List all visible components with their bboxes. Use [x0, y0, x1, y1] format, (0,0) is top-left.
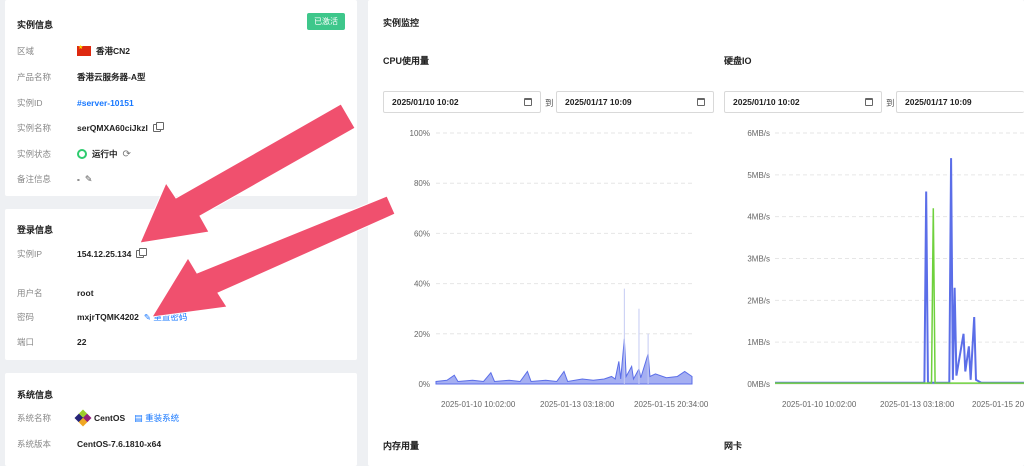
cpu-date-to-value: 2025/01/17 10:09	[565, 97, 632, 107]
instance-name-row: 实例名称 serQMXA60ciJkzl	[17, 121, 164, 135]
instance-name-label: 实例名称	[17, 123, 52, 133]
centos-logo-icon	[74, 409, 92, 427]
reinstall-icon: ▤	[134, 413, 143, 423]
instance-id-link[interactable]: #server-10151	[77, 98, 134, 108]
monitor-panel	[368, 0, 1024, 466]
memory-chart-title: 内存用量	[383, 441, 420, 451]
instance-info-card: 实例信息 已激活 区域 香港CN2 产品名称 香港云服务器-A型 实例ID #s…	[5, 0, 357, 196]
reinstall-system-link[interactable]: ▤ 重装系统	[134, 412, 179, 424]
product-value: 香港云服务器-A型	[77, 72, 146, 82]
note-value: -	[77, 174, 80, 184]
network-chart-title: 网卡	[724, 441, 743, 451]
password-value: mxjrTQMK4202	[77, 312, 139, 322]
username-row: 用户名 root	[17, 286, 94, 300]
system-info-card: 系统信息 系统名称 CentOS ▤ 重装系统 系统版本 CentOS-7.6.1…	[5, 373, 357, 466]
system-name-value: CentOS	[94, 413, 126, 423]
instance-id-row: 实例ID #server-10151	[17, 96, 134, 110]
password-row: 密码 mxjrTQMK4202 ✎ 重置密码	[17, 310, 187, 324]
region-value: 香港CN2	[96, 46, 131, 56]
product-row: 产品名称 香港云服务器-A型	[17, 70, 145, 84]
note-label: 备注信息	[17, 174, 52, 184]
system-version-label: 系统版本	[17, 439, 52, 449]
refresh-icon[interactable]: ⟳	[123, 149, 131, 160]
disk-date-to-value: 2025/01/17 10:09	[905, 97, 972, 107]
ip-label: 实例IP	[17, 249, 43, 259]
ip-row: 实例IP 154.12.25.134	[17, 247, 148, 261]
running-status-icon	[77, 149, 87, 159]
disk-date-separator: 到	[886, 98, 895, 108]
reset-password-link[interactable]: ✎ 重置密码	[144, 311, 188, 323]
product-label: 产品名称	[17, 72, 52, 82]
calendar-icon	[697, 98, 705, 106]
instance-name-value: serQMXA60ciJkzl	[77, 123, 148, 133]
cpu-chart-title: CPU使用量	[383, 56, 430, 66]
system-info-title: 系统信息	[17, 390, 54, 400]
copy-ip-icon[interactable]	[136, 248, 148, 258]
china-flag-icon	[77, 44, 91, 56]
instance-status-row: 实例状态 运行中 ⟳	[17, 147, 131, 161]
port-label: 端口	[17, 337, 35, 347]
login-info-title: 登录信息	[17, 225, 54, 235]
calendar-icon	[865, 98, 873, 106]
disk-date-to-input[interactable]: 2025/01/17 10:09	[896, 91, 1024, 113]
monitor-title: 实例监控	[383, 18, 420, 28]
activated-badge: 已激活	[307, 13, 345, 30]
password-label: 密码	[17, 312, 35, 322]
username-value: root	[77, 288, 94, 298]
disk-date-from-value: 2025/01/10 10:02	[733, 97, 800, 107]
cpu-date-separator: 到	[545, 98, 554, 108]
login-info-card: 登录信息 实例IP 154.12.25.134 用户名 root 密码 mxjr…	[5, 209, 357, 360]
ip-value: 154.12.25.134	[77, 249, 132, 259]
note-row: 备注信息 - ✎	[17, 172, 92, 186]
reinstall-label: 重装系统	[145, 413, 180, 423]
cpu-date-to-input[interactable]: 2025/01/17 10:09	[556, 91, 714, 113]
port-value: 22	[77, 337, 87, 347]
edit-note-icon[interactable]: ✎	[85, 174, 93, 185]
instance-id-label: 实例ID	[17, 98, 43, 108]
instance-info-title: 实例信息	[17, 20, 54, 30]
system-version-row: 系统版本 CentOS-7.6.1810-x64	[17, 437, 161, 451]
system-name-row: 系统名称 CentOS ▤ 重装系统	[17, 409, 179, 427]
cpu-date-from-input[interactable]: 2025/01/10 10:02	[383, 91, 541, 113]
disk-io-chart-title: 硬盘IO	[724, 56, 752, 66]
calendar-icon	[524, 98, 532, 106]
username-label: 用户名	[17, 288, 43, 298]
region-row: 区域 香港CN2	[17, 44, 130, 58]
system-version-value: CentOS-7.6.1810-x64	[77, 439, 162, 449]
instance-status-value: 运行中	[92, 149, 118, 159]
system-name-label: 系统名称	[17, 413, 52, 423]
instance-status-label: 实例状态	[17, 149, 52, 159]
cpu-date-from-value: 2025/01/10 10:02	[392, 97, 459, 107]
reset-password-label: 重置密码	[153, 312, 188, 322]
disk-date-from-input[interactable]: 2025/01/10 10:02	[724, 91, 882, 113]
region-label: 区域	[17, 46, 35, 56]
copy-icon[interactable]	[152, 122, 164, 132]
port-row: 端口 22	[17, 335, 86, 349]
